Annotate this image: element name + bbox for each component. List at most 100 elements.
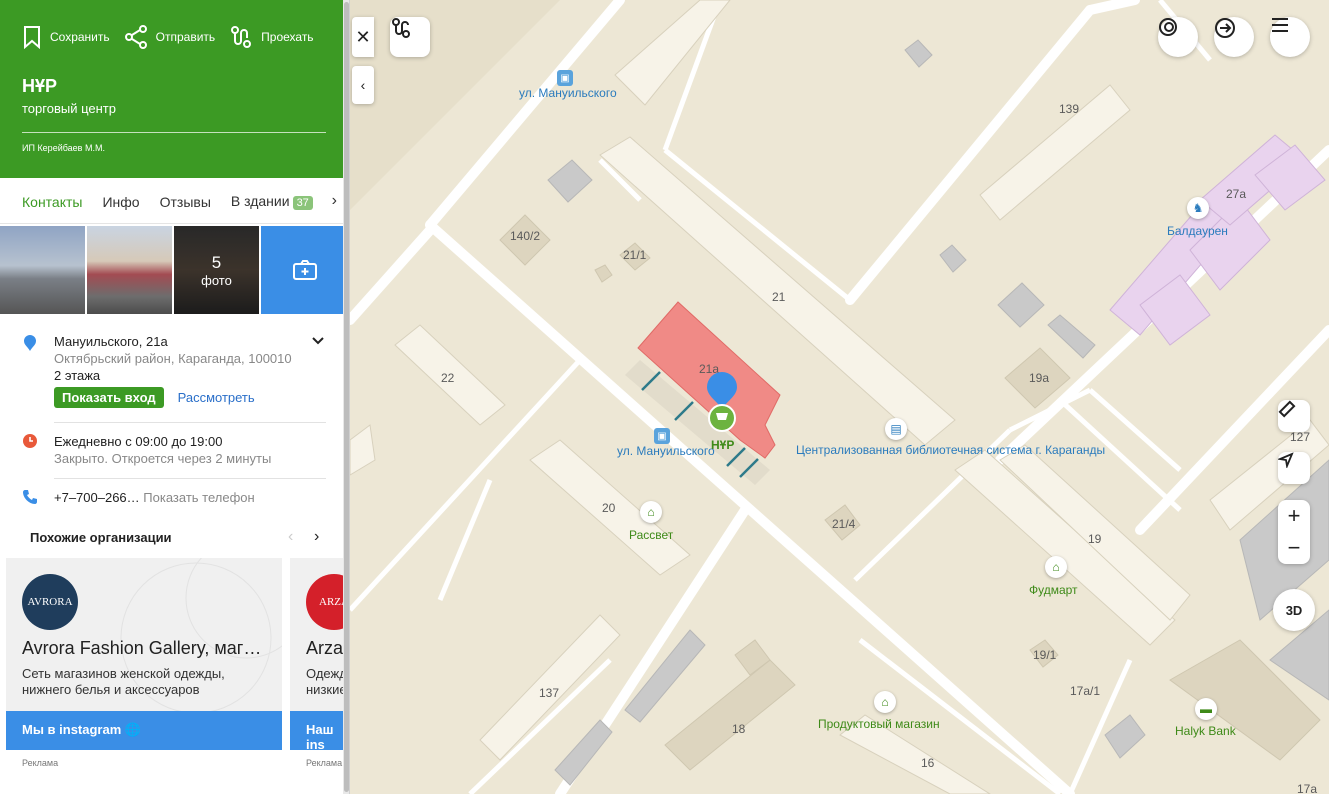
bank-icon[interactable]: ▬: [1195, 698, 1217, 720]
building-number: 137: [539, 686, 560, 700]
library-icon[interactable]: ▤: [885, 418, 907, 440]
3d-button[interactable]: 3D: [1273, 589, 1315, 631]
menu-button[interactable]: [1270, 17, 1310, 57]
collapse-sidebar-button[interactable]: ‹: [352, 66, 374, 104]
share-button[interactable]: Отправить: [124, 25, 216, 49]
save-button[interactable]: Сохранить: [22, 25, 110, 49]
globe-icon: 🌐: [124, 722, 142, 737]
divider: [54, 422, 326, 423]
bus-stop-label[interactable]: ул. Мануильского: [617, 444, 715, 458]
address-street: Мануильского, 21а: [54, 334, 168, 349]
clock-icon: [23, 434, 37, 448]
card-logo: AVRORA: [22, 574, 78, 630]
share-label: Отправить: [155, 30, 216, 44]
selected-place-label[interactable]: НҰР: [711, 438, 734, 452]
ruler-icon: [1278, 400, 1296, 418]
route-button[interactable]: [390, 17, 430, 57]
poi-fudmart[interactable]: Фудмарт: [1029, 583, 1078, 597]
tab-info[interactable]: Инфо: [102, 194, 139, 210]
login-button[interactable]: [1214, 17, 1254, 57]
place-card: Сохранить Отправить Проехать НҰР торговы…: [0, 0, 350, 794]
building-number: 27а: [1226, 187, 1247, 201]
zoom-control: + −: [1278, 500, 1310, 564]
poi-halyk-bank[interactable]: Halyk Bank: [1175, 724, 1236, 738]
similar-orgs-title: Похожие организации: [30, 530, 172, 545]
sidebar-scrollbar[interactable]: [343, 0, 349, 794]
building-number: 16: [921, 756, 935, 770]
bus-stop-icon[interactable]: ▣: [557, 70, 573, 86]
chevron-down-icon[interactable]: [312, 336, 324, 346]
card-name: Avrora Fashion Gallery, маг…: [22, 638, 262, 658]
kindergarten-icon[interactable]: ♞: [1187, 197, 1209, 219]
bus-stop-label[interactable]: ул. Мануильского: [519, 86, 617, 100]
show-entrance-button[interactable]: Показать вход: [54, 387, 164, 408]
place-header: Сохранить Отправить Проехать НҰР торговы…: [0, 0, 349, 178]
zoom-out-button[interactable]: −: [1288, 532, 1301, 564]
tabs-next-arrow-icon[interactable]: ›: [332, 192, 337, 210]
tab-in-building-label: В здании: [230, 193, 290, 209]
my-location-button[interactable]: [1278, 452, 1310, 484]
chevron-right-icon[interactable]: ›: [314, 528, 319, 546]
building-number: 140/2: [510, 229, 541, 243]
poi-produktovyi[interactable]: Продуктовый магазин: [818, 717, 940, 731]
header-divider: [22, 132, 326, 133]
shop-basket-icon[interactable]: ⌂: [1045, 556, 1067, 578]
add-photo-button[interactable]: [261, 226, 349, 314]
tab-reviews[interactable]: Отзывы: [160, 194, 211, 210]
selected-place-marker[interactable]: [705, 370, 739, 434]
chevron-left-icon[interactable]: ‹: [288, 528, 293, 546]
panorama-icon: [1159, 18, 1177, 36]
divider: [54, 478, 326, 479]
ruler-button[interactable]: [1278, 400, 1310, 432]
chevron-left-icon: ‹: [360, 77, 366, 93]
close-icon: ✕: [355, 26, 371, 47]
place-category: торговый центр: [22, 101, 116, 116]
shop-basket-icon[interactable]: ⌂: [640, 501, 662, 523]
tab-contacts[interactable]: Контакты: [22, 194, 82, 210]
place-title: НҰР: [22, 76, 58, 96]
building-number: 18: [732, 722, 746, 736]
photo-strip: 5 фото: [0, 226, 349, 314]
address-block: Мануильского, 21а Октябрьский район, Кар…: [54, 334, 349, 408]
building-number: 17а: [1297, 782, 1318, 794]
similar-org-card[interactable]: ARZA Arzan Одежда низкие Наш ins: [290, 558, 350, 750]
place-owner: ИП Керейбаев М.М.: [22, 143, 105, 153]
card-description: Одежда низкие: [306, 666, 350, 697]
card-action-button[interactable]: Наш ins: [290, 711, 349, 750]
hours-block: Ежедневно с 09:00 до 19:00 Закрыто. Откр…: [54, 434, 349, 466]
place-tabs: Контакты Инфо Отзывы В здании 37 ›: [0, 180, 343, 224]
hours-status: Закрыто. Откроется через 2 минуты: [54, 451, 272, 466]
bookmark-icon: [24, 26, 40, 49]
close-card-button[interactable]: ✕: [352, 17, 374, 57]
photo-count-label: фото: [201, 272, 232, 288]
layers-button[interactable]: [1158, 17, 1198, 57]
show-phone-link[interactable]: Показать телефон: [143, 490, 254, 505]
phone-block: +7‒700‒266… Показать телефон: [54, 490, 349, 505]
address-district: Октябрьский район, Караганда, 100010: [54, 351, 292, 366]
zoom-in-button[interactable]: +: [1288, 500, 1301, 532]
poi-baldauren[interactable]: Балдаурен: [1167, 224, 1228, 238]
ad-label: Реклама: [306, 758, 343, 768]
route-icon: [231, 26, 252, 48]
tab-in-building[interactable]: В здании 37: [231, 193, 313, 210]
phone-icon: [23, 490, 37, 504]
poi-rassvet[interactable]: Рассвет: [629, 528, 673, 542]
poi-library[interactable]: Централизованная библиотечная система г.…: [796, 443, 1105, 457]
location-arrow-icon: [1278, 452, 1294, 468]
route-to-button[interactable]: Проехать: [229, 25, 314, 49]
photo-thumbnail-more[interactable]: 5 фото: [174, 226, 259, 314]
hours-schedule: Ежедневно с 09:00 до 19:00: [54, 434, 223, 449]
bus-stop-icon[interactable]: ▣: [654, 428, 670, 444]
building-number: 127: [1290, 430, 1311, 444]
building-number: 139: [1059, 102, 1080, 116]
shop-basket-icon[interactable]: ⌂: [874, 691, 896, 713]
photo-thumbnail[interactable]: [0, 226, 85, 314]
building-number: 19/1: [1033, 648, 1057, 662]
photo-thumbnail[interactable]: [87, 226, 172, 314]
similar-org-card[interactable]: AVRORA Avrora Fashion Gallery, маг… Сеть…: [6, 558, 282, 750]
building-number: 21/4: [832, 517, 856, 531]
instagram-button-label: Мы в instagram: [22, 722, 122, 737]
view-link[interactable]: Рассмотреть: [178, 390, 255, 405]
building-number: 19: [1088, 532, 1102, 546]
instagram-button[interactable]: Мы в instagram 🌐: [6, 711, 282, 750]
